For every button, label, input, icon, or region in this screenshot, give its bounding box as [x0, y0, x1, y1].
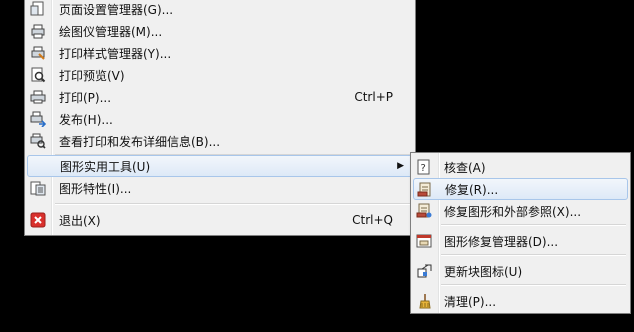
- menu-item-plot[interactable]: 打印(P)... Ctrl+P: [27, 86, 413, 108]
- audit-icon: ?: [416, 159, 432, 175]
- menu-separator: [441, 284, 626, 286]
- menu-item-drawing-properties[interactable]: 图形特性(I)...: [27, 177, 413, 199]
- menu-item-label: 页面设置管理器(G)...: [59, 2, 174, 17]
- menu-item-recover-xrefs[interactable]: 修复图形和外部参照(X)...: [413, 200, 628, 222]
- purge-icon: [416, 293, 432, 309]
- menu-item-audit[interactable]: ? 核查(A): [413, 156, 628, 178]
- menu-item-plot-style-manager[interactable]: 打印样式管理器(Y)...: [27, 42, 413, 64]
- menu-item-label: 退出(X): [59, 213, 101, 228]
- menu-item-label: 图形修复管理器(D)...: [444, 234, 559, 249]
- menu-item-page-setup[interactable]: 页面设置管理器(G)...: [27, 0, 413, 20]
- menu-item-plotter-manager[interactable]: 绘图仪管理器(M)...: [27, 20, 413, 42]
- menu-item-purge[interactable]: 清理(P)...: [413, 290, 628, 312]
- menu-item-label: 图形特性(I)...: [59, 181, 132, 196]
- printer-icon: [30, 89, 46, 105]
- menu-item-shortcut: Ctrl+Q: [352, 213, 393, 227]
- plot-details-icon: [30, 133, 46, 149]
- menu-item-label: 发布(H)...: [59, 112, 113, 127]
- plot-style-icon: [30, 45, 46, 61]
- recover-icon: [417, 182, 433, 198]
- plotter-manager-icon: [30, 23, 46, 39]
- drawing-utilities-submenu: ? 核查(A) 修复(R)... 修复图形和外部参照(X)... 图形修复管理器…: [410, 152, 631, 314]
- drawing-properties-icon: [30, 180, 46, 196]
- menu-item-publish[interactable]: 发布(H)...: [27, 108, 413, 130]
- menu-item-label: 图形实用工具(U): [60, 159, 151, 174]
- menu-item-label: 打印预览(V): [59, 68, 125, 83]
- menu-item-shortcut: Ctrl+P: [354, 90, 393, 104]
- menu-item-update-block-icons[interactable]: 更新块图标(U): [413, 260, 628, 282]
- menu-item-print-preview[interactable]: 打印预览(V): [27, 64, 413, 86]
- publish-icon: [30, 111, 46, 127]
- menu-item-label: 修复(R)...: [445, 182, 499, 197]
- menu-item-label: 打印(P)...: [59, 90, 112, 105]
- menu-item-recover[interactable]: 修复(R)...: [413, 178, 628, 200]
- print-preview-icon: [30, 67, 46, 83]
- svg-text:?: ?: [421, 163, 426, 174]
- menu-item-label: 打印样式管理器(Y)...: [59, 46, 172, 61]
- file-menu: 页面设置管理器(G)... 绘图仪管理器(M)... 打印样式管理器(Y)...…: [24, 0, 416, 236]
- menu-item-label: 清理(P)...: [444, 294, 497, 309]
- submenu-arrow-icon: ▶: [397, 161, 404, 171]
- exit-icon: [30, 212, 46, 228]
- menu-item-label: 更新块图标(U): [444, 264, 523, 279]
- menu-item-label: 绘图仪管理器(M)...: [59, 24, 163, 39]
- menu-item-label: 修复图形和外部参照(X)...: [444, 204, 582, 219]
- menu-item-label: 查看打印和发布详细信息(B)...: [59, 134, 221, 149]
- menu-item-plot-details[interactable]: 查看打印和发布详细信息(B)...: [27, 130, 413, 152]
- menu-item-drawing-utilities[interactable]: 图形实用工具(U) ▶: [27, 155, 413, 177]
- menu-separator: [441, 254, 626, 256]
- menu-separator: [441, 224, 626, 226]
- menu-item-recovery-manager[interactable]: 图形修复管理器(D)...: [413, 230, 628, 252]
- update-block-icon: [416, 263, 432, 279]
- menu-item-label: 核查(A): [444, 160, 486, 175]
- menu-separator: [55, 203, 411, 205]
- recover-xref-icon: [416, 203, 432, 219]
- page-setup-icon: [30, 1, 46, 17]
- menu-item-exit[interactable]: 退出(X) Ctrl+Q: [27, 209, 413, 231]
- recovery-manager-icon: [416, 233, 432, 249]
